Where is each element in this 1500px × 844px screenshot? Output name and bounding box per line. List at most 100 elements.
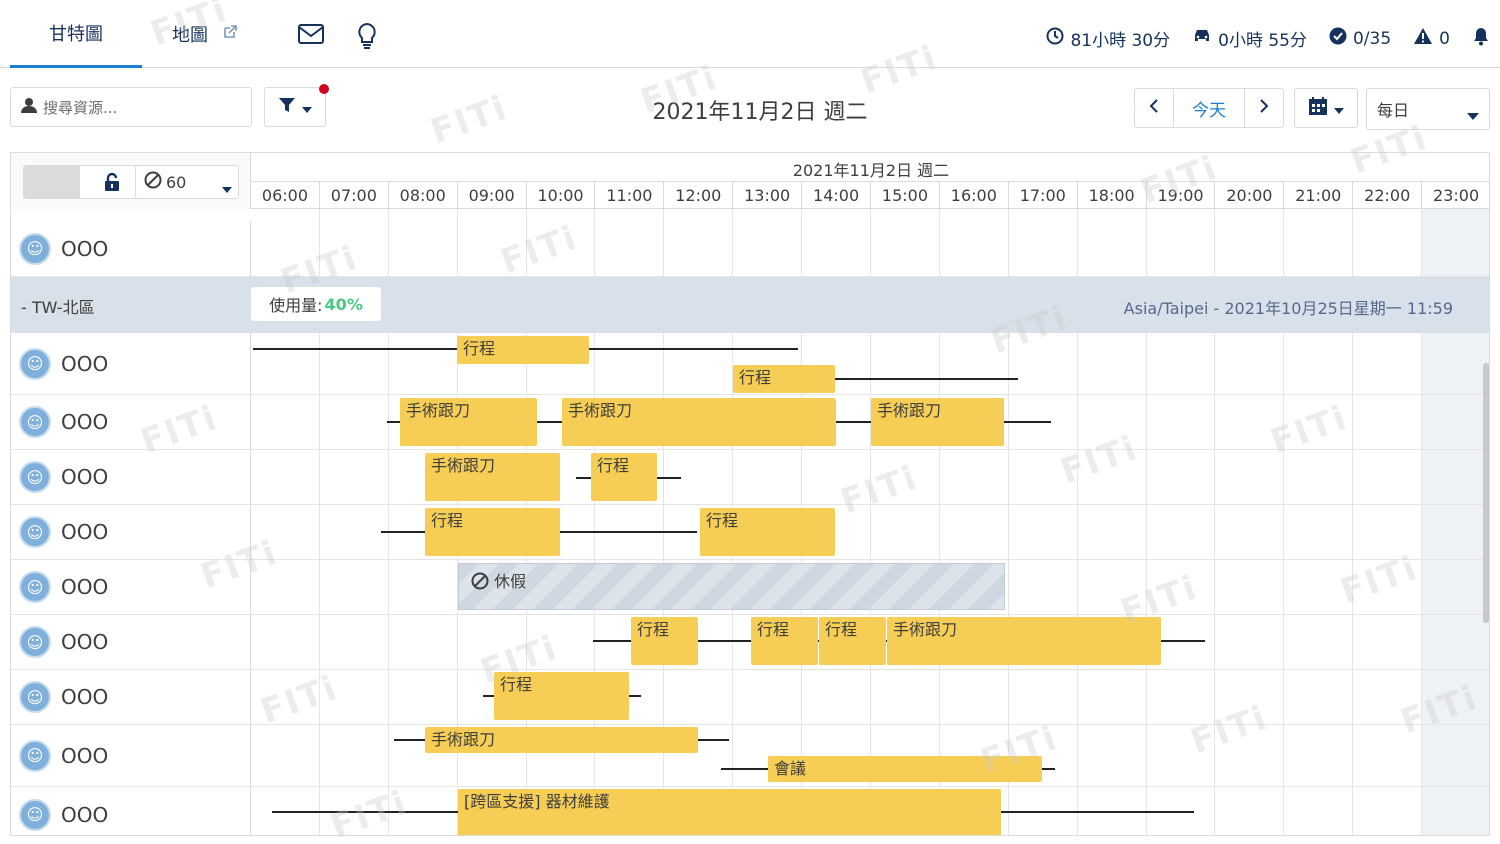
event-bar[interactable]: 行程 — [425, 508, 560, 556]
resource-cell[interactable]: ☺ OOO — [11, 615, 251, 669]
event-bar[interactable]: [跨區支援] 器材維護 — [458, 789, 1001, 835]
hour-label: 06:00 — [251, 182, 320, 209]
mail-icon[interactable] — [298, 24, 324, 48]
event-bar[interactable]: 手術跟刀 — [400, 398, 537, 446]
event-bar[interactable]: 手術跟刀 — [871, 398, 1004, 446]
travel-time-value: 0小時 55分 — [1218, 31, 1307, 51]
lightbulb-icon[interactable] — [356, 22, 378, 54]
leave-block[interactable]: 休假 — [458, 563, 1005, 610]
avatar: ☺ — [19, 739, 51, 772]
event-bar[interactable]: 會議 — [768, 756, 1042, 782]
hour-label: 21:00 — [1284, 182, 1354, 209]
resource-cell[interactable]: ☺ OOO — [11, 450, 251, 504]
chevron-left-icon — [1149, 98, 1159, 119]
lock-toggle[interactable] — [23, 165, 151, 199]
resource-cell[interactable]: ☺ OOO — [11, 333, 251, 394]
previous-day-button[interactable] — [1135, 89, 1173, 127]
filter-button[interactable] — [264, 84, 329, 127]
event-bar[interactable]: 手術跟刀 — [562, 398, 836, 446]
region-group-row[interactable]: - TW-北區 使用量: 40% Asia/Taipei - 2021年10月2… — [11, 277, 1489, 333]
avatar: ☺ — [19, 571, 51, 603]
chevron-down-icon — [1334, 99, 1344, 118]
filter-active-dot — [319, 84, 329, 94]
warnings-stat: 0 — [1413, 27, 1450, 50]
date-title: 2021年11月2日 週二 — [652, 100, 868, 125]
event-bar[interactable]: 手術跟刀 — [887, 617, 1161, 665]
resource-cell[interactable]: ☺ OOO — [11, 221, 251, 276]
tab-map-label: 地圖 — [172, 25, 208, 46]
avatar: ☺ — [19, 516, 51, 548]
resource-row: ☺ OOO — [11, 670, 1489, 725]
resource-cell[interactable]: ☺ OOO — [11, 725, 251, 786]
view-mode-value: 每日 — [1377, 101, 1410, 120]
resource-cell[interactable]: ☺ OOO — [11, 505, 251, 559]
hour-label: 18:00 — [1078, 182, 1147, 209]
completed-value: 0/35 — [1352, 28, 1392, 49]
bell-button[interactable] — [1472, 26, 1490, 51]
check-circle-icon — [1329, 27, 1347, 50]
event-bar[interactable]: 行程 — [631, 617, 698, 665]
hour-label: 15:00 — [871, 182, 940, 209]
usage-label: 使用量: — [269, 296, 323, 315]
resource-cell[interactable]: ☺ OOO — [11, 670, 251, 724]
search-input[interactable]: 搜尋資源... — [10, 87, 252, 127]
completed-stat: 0/35 — [1329, 27, 1391, 50]
next-day-button[interactable] — [1245, 89, 1283, 127]
unlock-icon — [104, 172, 120, 196]
avatar: ☺ — [19, 347, 51, 380]
external-link-icon — [222, 24, 238, 44]
avatar: ☺ — [19, 681, 51, 713]
resource-cell[interactable]: ☺ OOO — [11, 560, 251, 614]
hour-scale: 06:00 07:00 08:00 09:00 10:00 11:00 12:00 13:00… — [251, 181, 1489, 209]
today-button[interactable]: 今天 — [1173, 89, 1245, 127]
event-bar[interactable]: 行程 — [591, 453, 657, 501]
resource-name: OOO — [61, 685, 109, 709]
event-bar[interactable]: 行程 — [751, 617, 818, 665]
avatar: ☺ — [19, 406, 51, 438]
hour-label: 17:00 — [1009, 182, 1078, 209]
event-bar[interactable]: 行程 — [457, 336, 589, 364]
resource-cell[interactable]: ☺ OOO — [11, 395, 251, 449]
hour-label: 13:00 — [733, 182, 803, 209]
bell-icon — [1472, 26, 1490, 51]
vertical-scrollbar[interactable] — [1483, 363, 1489, 623]
hour-label: 08:00 — [389, 182, 458, 209]
tab-map[interactable]: 地圖 — [150, 0, 260, 68]
event-bar[interactable]: 行程 — [700, 508, 835, 556]
resource-name: OOO — [61, 520, 109, 544]
filter-icon — [278, 96, 296, 118]
lock-toggle-track — [24, 166, 80, 198]
hour-label: 20:00 — [1215, 182, 1285, 209]
calendar-icon — [1308, 96, 1328, 120]
resolution-select[interactable]: 60 — [135, 165, 239, 199]
event-bar[interactable]: 行程 — [819, 617, 886, 665]
view-mode-select[interactable]: 每日 — [1366, 88, 1490, 130]
chevron-down-icon — [302, 98, 312, 117]
event-bar[interactable]: 手術跟刀 — [425, 453, 560, 501]
resource-name: OOO — [61, 802, 109, 827]
hour-label: 16:00 — [940, 182, 1009, 209]
avatar: ☺ — [19, 461, 51, 493]
travel-line — [834, 378, 1018, 380]
event-bar[interactable]: 行程 — [494, 672, 629, 720]
tab-gantt[interactable]: 甘特圖 — [10, 0, 142, 68]
resource-name: OOO — [61, 630, 109, 654]
gantt-left-header: 60 — [11, 153, 251, 209]
avatar: ☺ — [19, 626, 51, 658]
usage-badge: 使用量: 40% — [251, 287, 381, 321]
resource-cell[interactable]: ☺ OOO — [11, 787, 251, 835]
usage-value: 40% — [324, 294, 363, 314]
calendar-button[interactable] — [1294, 88, 1358, 128]
event-bar[interactable]: 行程 — [733, 365, 835, 393]
chevron-down-icon — [1467, 105, 1479, 124]
watermark: FITi — [425, 87, 514, 153]
search-placeholder: 搜尋資源... — [43, 98, 118, 117]
event-bar[interactable]: 手術跟刀 — [425, 727, 698, 753]
leave-label: 休假 — [494, 572, 527, 591]
hour-label: 19:00 — [1147, 182, 1216, 209]
resource-name: OOO — [61, 410, 109, 434]
hour-label: 23:00 — [1422, 182, 1489, 209]
resolution-value: 60 — [166, 172, 187, 192]
hour-label: 11:00 — [595, 182, 665, 209]
total-time-value: 81小時 30分 — [1070, 31, 1171, 51]
